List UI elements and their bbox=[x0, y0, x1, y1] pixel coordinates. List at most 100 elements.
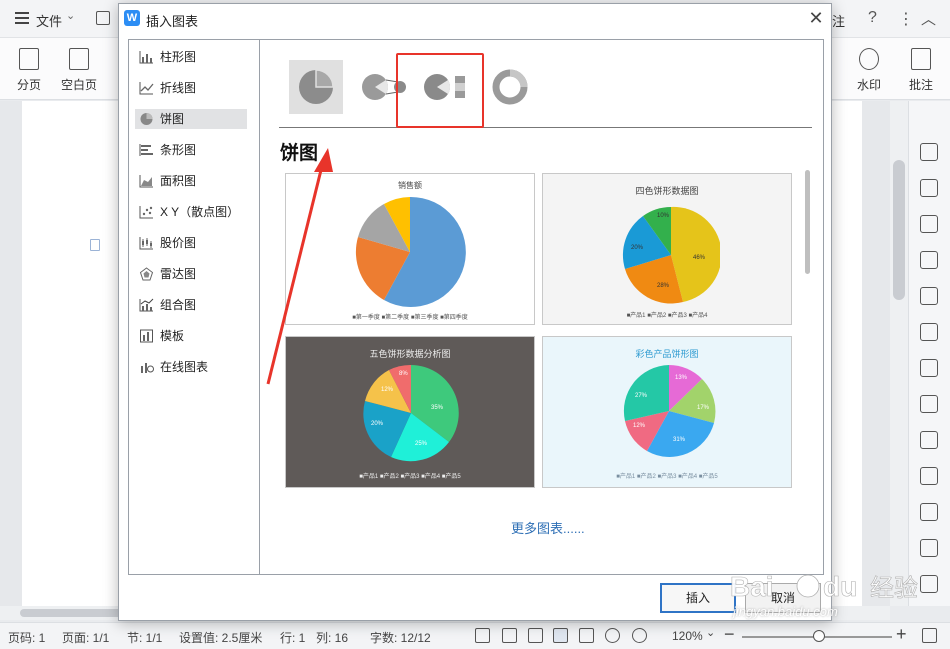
template-thumbnail-3[interactable]: 五色饼形数据分析图 35% 25% 20% 12% 8% ■产品1 ■产品2 ■… bbox=[285, 336, 535, 488]
layers-icon[interactable] bbox=[920, 251, 938, 269]
slice-label: 10% bbox=[657, 213, 670, 219]
sidebar-item-label: 组合图 bbox=[160, 298, 197, 312]
content-scrollbar-thumb[interactable] bbox=[805, 170, 810, 274]
vertical-scrollbar-thumb[interactable] bbox=[893, 160, 905, 300]
insert-button[interactable]: 插入 bbox=[660, 583, 736, 613]
status-word-count[interactable]: 字数: 12/12 bbox=[370, 629, 431, 646]
web-view-icon[interactable] bbox=[605, 628, 620, 643]
help-icon[interactable]: ? bbox=[868, 9, 877, 27]
sidebar-item-scatter[interactable]: X Y（散点图） bbox=[135, 202, 247, 222]
template-title: 四色饼形数据图 bbox=[635, 186, 699, 196]
slice-label: 27% bbox=[635, 393, 648, 399]
sidebar-item-label: 模板 bbox=[160, 329, 185, 343]
status-row: 行: 1 bbox=[280, 631, 306, 645]
zoom-dropdown-icon[interactable]: ⌄ bbox=[706, 626, 715, 639]
blank-page-icon bbox=[69, 48, 89, 70]
outline-view-icon[interactable] bbox=[579, 628, 594, 643]
pie-subtype-basic[interactable] bbox=[289, 60, 343, 114]
ribbon-partial-label[interactable]: 注 bbox=[832, 11, 845, 30]
template-title: 彩色产品饼形图 bbox=[635, 349, 699, 359]
status-section: 节: 1/1 bbox=[127, 631, 163, 645]
sidebar-item-template[interactable]: 模板 bbox=[135, 326, 247, 346]
sidebar-item-stock[interactable]: 股价图 bbox=[135, 233, 247, 253]
chevron-down-icon: ⌄ bbox=[66, 10, 76, 22]
slice-label: 8% bbox=[399, 371, 408, 377]
chart-icon[interactable] bbox=[920, 359, 938, 377]
fit-window-icon[interactable] bbox=[922, 628, 937, 643]
adjust-sliders-icon[interactable] bbox=[920, 395, 938, 413]
sidebar-item-label: 柱形图 bbox=[160, 50, 197, 64]
pie-preview: 46% 28% 20% 10% bbox=[622, 206, 720, 304]
slice-label: 12% bbox=[633, 423, 646, 429]
fullscreen-icon[interactable] bbox=[475, 628, 490, 643]
sidebar-item-online[interactable]: 在线图表 bbox=[135, 357, 247, 377]
apps-grid-icon[interactable] bbox=[920, 323, 938, 341]
sidebar-item-horizontal-bar[interactable]: 条形图 bbox=[135, 140, 247, 160]
status-setting[interactable]: 设置值: 2.5厘米 bbox=[179, 629, 262, 646]
select-cursor-icon[interactable] bbox=[920, 179, 938, 197]
pen-icon[interactable] bbox=[920, 143, 938, 161]
page-break-icon bbox=[19, 48, 39, 70]
page-view-icon[interactable] bbox=[553, 628, 568, 643]
watermark-button[interactable]: 水印 bbox=[846, 46, 892, 96]
close-icon[interactable]: ✕ bbox=[806, 8, 826, 28]
archive-icon[interactable] bbox=[920, 539, 938, 557]
dialog-title-bar[interactable]: W 插入图表 ✕ bbox=[119, 4, 831, 34]
chart-type-heading: 饼图 bbox=[280, 143, 319, 164]
reading-mode-icon[interactable] bbox=[502, 628, 517, 643]
table-icon[interactable] bbox=[920, 287, 938, 305]
watermark-label: 水印 bbox=[856, 78, 881, 92]
slice-label: 12% bbox=[381, 387, 394, 393]
sidebar-item-radar[interactable]: 雷达图 bbox=[135, 264, 247, 284]
more-charts-link[interactable]: 更多图表...... bbox=[511, 518, 585, 537]
chart-content-panel: 饼图 销售额 ■第一季度 ■第二季度 ■第三季度 ■第四季度 四色饼形数据图 4… bbox=[261, 40, 823, 574]
combo-chart-icon bbox=[139, 298, 154, 312]
template-thumbnail-2[interactable]: 四色饼形数据图 46% 28% 20% 10% ■产品1 ■产品2 ■产品3 ■… bbox=[542, 173, 792, 325]
collapse-ribbon-icon[interactable]: ︿ bbox=[921, 8, 936, 29]
blank-page-button[interactable]: 空白页 bbox=[56, 46, 102, 96]
sidebar-item-line[interactable]: 折线图 bbox=[135, 78, 247, 98]
sidebar-item-combo[interactable]: 组合图 bbox=[135, 295, 247, 315]
zoom-slider-knob[interactable] bbox=[813, 630, 825, 642]
bar-chart-icon bbox=[139, 51, 153, 64]
save-icon[interactable] bbox=[96, 11, 110, 25]
sidebar-item-label: 折线图 bbox=[160, 81, 197, 95]
more-options-icon[interactable]: ⋮ bbox=[898, 9, 914, 29]
edit-mode-icon[interactable] bbox=[528, 628, 543, 643]
template-thumbnail-1[interactable]: 销售额 ■第一季度 ■第二季度 ■第三季度 ■第四季度 bbox=[285, 173, 535, 325]
right-tool-rail bbox=[908, 101, 950, 606]
eye-protection-icon[interactable] bbox=[632, 628, 647, 643]
image-icon[interactable] bbox=[920, 431, 938, 449]
sidebar-item-bar[interactable]: 柱形图 bbox=[135, 47, 247, 67]
translate-icon[interactable] bbox=[920, 503, 938, 521]
sidebar-item-area[interactable]: 面积图 bbox=[135, 171, 247, 191]
slice-label: 13% bbox=[675, 375, 688, 381]
picture-icon[interactable] bbox=[920, 575, 938, 593]
template-thumbnail-4[interactable]: 彩色产品饼形图 13% 17% 31% 12% 27% ■产品1 ■产品2 ■产… bbox=[542, 336, 792, 488]
zoom-in-icon[interactable]: + bbox=[896, 624, 907, 645]
highlight-box bbox=[396, 53, 484, 128]
doughnut-subtype[interactable] bbox=[483, 60, 537, 114]
pie-chart-icon bbox=[140, 113, 153, 125]
template-title: 销售额 bbox=[398, 181, 422, 190]
radar-chart-icon bbox=[139, 267, 154, 281]
chart-type-sidebar: 柱形图 折线图 饼图 条形图 面积图 X Y（散点图） 股价图 雷达图 组合图 … bbox=[129, 40, 260, 574]
file-menu[interactable]: 文件 bbox=[36, 11, 62, 30]
slice-label: 35% bbox=[431, 405, 444, 411]
slice-label: 20% bbox=[371, 421, 384, 427]
paragraph-handle-icon[interactable] bbox=[90, 239, 100, 251]
comment-button[interactable]: 批注 bbox=[898, 46, 944, 96]
shapes-icon[interactable] bbox=[920, 215, 938, 233]
page-break-button[interactable]: 分页 bbox=[6, 46, 52, 96]
stock-chart-icon bbox=[139, 237, 153, 250]
share-icon[interactable] bbox=[920, 467, 938, 485]
sidebar-item-label: 饼图 bbox=[160, 112, 185, 126]
slice-label: 25% bbox=[415, 441, 428, 447]
sidebar-item-pie[interactable]: 饼图 bbox=[135, 109, 247, 129]
zoom-level[interactable]: 120% bbox=[672, 629, 703, 643]
sidebar-item-label: 在线图表 bbox=[160, 360, 209, 374]
slice-label: 31% bbox=[673, 437, 686, 443]
zoom-out-icon[interactable]: − bbox=[724, 624, 735, 645]
comment-icon bbox=[911, 48, 931, 70]
slice-label: 28% bbox=[657, 283, 670, 289]
